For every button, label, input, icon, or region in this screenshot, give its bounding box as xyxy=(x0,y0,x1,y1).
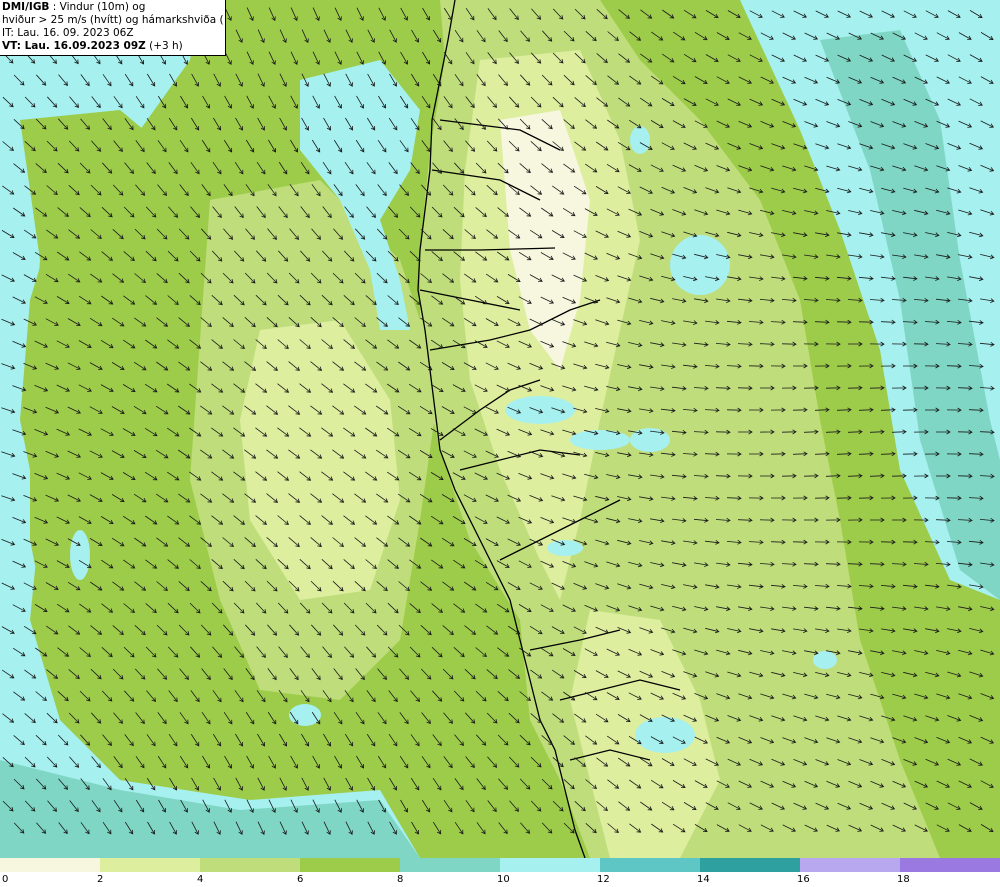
color-swatch xyxy=(300,858,400,872)
color-swatch xyxy=(400,858,500,872)
color-scale-tick: 14 xyxy=(697,874,710,885)
patch-1 xyxy=(289,704,321,726)
color-scale-tick: 0 xyxy=(2,874,9,885)
patch-2 xyxy=(70,530,90,580)
color-swatch xyxy=(0,858,100,872)
color-swatch xyxy=(800,858,900,872)
color-scale-tick: 10 xyxy=(497,874,510,885)
color-swatch xyxy=(900,858,1000,872)
color-scale-tick: 6 xyxy=(297,874,304,885)
valid-time-line: VT: Lau. 16.09.2023 09Z (+3 h) xyxy=(2,40,223,53)
color-scale-tick: 4 xyxy=(197,874,204,885)
lead-time-label: (+3 h) xyxy=(145,40,183,52)
lake-5 xyxy=(547,540,583,556)
lake-2 xyxy=(505,396,575,424)
color-scale-tick: 16 xyxy=(797,874,810,885)
color-scale-tick: 2 xyxy=(97,874,104,885)
title-line: DMI/IGB : Vindur (10m) og xyxy=(2,1,223,14)
valid-time-label: VT: Lau. 16.09.2023 09Z xyxy=(2,40,146,52)
lake-1 xyxy=(670,235,730,295)
color-scale-tick: 12 xyxy=(597,874,610,885)
color-swatch xyxy=(200,858,300,872)
map-info-box: DMI/IGB : Vindur (10m) og hviður > 25 m/… xyxy=(0,0,226,56)
subtitle-line: hviður > 25 m/s (hvítt) og hámarkshviða … xyxy=(2,14,223,26)
source-label: DMI/IGB xyxy=(2,1,50,13)
wind-map xyxy=(0,0,1000,858)
color-swatch xyxy=(500,858,600,872)
initial-time-line: IT: Lau. 16. 09. 2023 06Z xyxy=(2,27,134,39)
color-swatch xyxy=(100,858,200,872)
color-swatch xyxy=(600,858,700,872)
color-swatch xyxy=(700,858,800,872)
lake-6 xyxy=(630,126,650,154)
lake-7 xyxy=(635,717,695,753)
color-swatches xyxy=(0,858,1000,872)
title-text: : Vindur (10m) og xyxy=(49,1,146,13)
color-scale-bar: 0 2 4 6 8 10 12 14 16 18 xyxy=(0,858,1000,887)
lake-3 xyxy=(570,430,630,450)
lake-4 xyxy=(630,428,670,452)
color-scale-tick: 8 xyxy=(397,874,404,885)
map-stage: DMI/IGB : Vindur (10m) og hviður > 25 m/… xyxy=(0,0,1000,887)
color-scale-tick: 18 xyxy=(897,874,910,885)
